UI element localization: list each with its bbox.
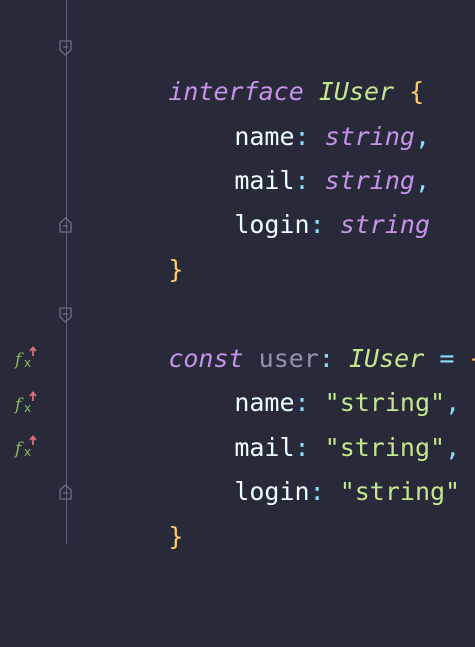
fold-end-icon[interactable] <box>59 484 72 500</box>
code-line-const-header[interactable]: const user: IUser = { <box>0 293 475 373</box>
field-marker-icon[interactable]: f x <box>14 390 44 416</box>
svg-text:x: x <box>24 401 31 415</box>
code-line-interface-field[interactable]: mail: string, <box>0 115 475 195</box>
close-brace: } <box>168 255 184 284</box>
fold-end-icon[interactable] <box>59 217 72 233</box>
svg-text:x: x <box>24 445 31 459</box>
svg-text:f: f <box>14 350 24 370</box>
close-brace: } <box>168 522 184 551</box>
code-line-interface-close[interactable]: } <box>0 204 475 284</box>
fold-collapse-icon[interactable] <box>59 40 72 56</box>
field-marker-icon[interactable]: f x <box>14 434 44 460</box>
code-line-const-close[interactable]: } <box>0 471 475 551</box>
code-line-interface-field[interactable]: name: string, <box>0 71 475 151</box>
field-marker-icon[interactable]: f x <box>14 345 44 371</box>
code-line-const-field[interactable]: f x name: "string", <box>0 337 475 417</box>
svg-text:x: x <box>24 356 31 370</box>
svg-text:f: f <box>14 439 24 459</box>
svg-text:f: f <box>14 395 24 415</box>
fold-collapse-icon[interactable] <box>59 307 72 323</box>
code-line-const-field[interactable]: f x mail: "string", <box>0 382 475 462</box>
code-line-interface-header[interactable]: interface IUser { <box>0 26 475 106</box>
code-line-interface-field[interactable]: login: string <box>0 159 475 239</box>
code-line-const-field[interactable]: f x login: "string" <box>0 426 475 506</box>
